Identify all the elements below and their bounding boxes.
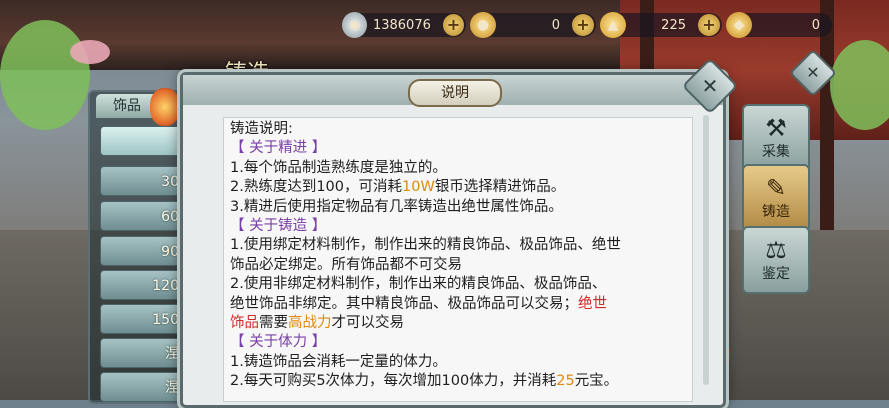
section-forge: 【 关于铸造 】 [230,218,327,235]
forge-button[interactable]: ✎ 铸造 [742,164,810,232]
legendary-highlight: 绝世 [578,295,607,312]
gold-coin-icon: ● [470,12,496,38]
resource-silver: ◉ 1386076 + [342,12,466,38]
gold-ingot-icon: ▲ [600,12,626,38]
silver-cost: 10W [402,179,435,196]
tab-accessories[interactable]: 饰品 [96,94,158,118]
resource-bar: ◉ 1386076 + ● 0 + ▲ 225 + ◆ 0 [342,10,842,40]
refine-rule-1: 1.每个饰品制造熟练度是独立的。 [230,159,447,176]
add-silver-button[interactable]: + [442,14,464,36]
forge-rule-1b: 饰品必定绑定。所有饰品都不可交易 [230,256,462,273]
text-segment: 元宝。 [574,373,619,390]
blossom-decoration [70,40,110,64]
legendary-highlight: 饰品 [230,315,259,332]
content-heading: 铸造说明: [230,121,293,137]
ingot-amount: 225 [661,17,686,33]
gold-amount: 0 [551,17,560,33]
text-segment: 绝世饰品非绑定。其中精良饰品、极品饰品可以交易； [230,295,578,312]
close-icon: ✕ [806,63,820,82]
section-refine: 【 关于精进 】 [230,140,327,157]
dialog-header: 说明 [183,75,723,107]
gather-button[interactable]: ⚒ 采集 [742,104,810,172]
refine-rule-3: 3.精进后使用指定物品有几率铸造出绝世属性饰品。 [230,198,563,215]
silver-coin-icon: ◉ [342,12,367,38]
gather-label: 采集 [762,144,790,160]
combat-power-highlight: 高战力 [288,315,332,332]
stamina-rule-2: 2.每天可购买5次体力，每次增加100体力，并消耗25元宝。 [230,372,686,391]
text-segment: 才可以交易 [331,315,405,332]
resource-ingot: ▲ 225 + [600,12,722,38]
forge-rule-2a: 2.使用非绑定材料制作，制作出来的精良饰品、极品饰品、 [230,276,607,293]
silver-amount: 1386076 [372,17,431,33]
forge-rule-2b: 绝世饰品非绑定。其中精良饰品、极品饰品可以交易；绝世 [230,295,686,314]
section-stamina: 【 关于体力 】 [230,334,327,351]
yuanbao-icon: ◆ [726,12,752,38]
forge-label: 铸造 [762,204,790,220]
add-ingot-button[interactable]: + [698,14,720,36]
dialog-title: 说明 [408,79,502,107]
dialog-content[interactable]: 铸造说明: 【 关于精进 】 1.每个饰品制造熟练度是独立的。 2.熟练度达到1… [223,117,693,402]
dialog-scrollbar[interactable] [703,115,709,385]
yuanbao-cost: 25 [556,373,575,390]
refine-rule-2: 2.熟练度达到100，可消耗10W银币选择精进饰品。 [230,178,686,197]
forge-rule-1a: 1.使用绑定材料制作，制作出来的精良饰品、极品饰品、绝世 [230,237,621,254]
pickaxe-icon: ⚒ [765,114,787,142]
stamina-rule-1: 1.铸造饰品会消耗一定量的体力。 [230,353,447,370]
text-segment: 2.熟练度达到100，可消耗 [230,179,403,196]
yuanbao-amount: 0 [811,17,820,33]
appraise-label: 鉴定 [762,266,790,282]
resource-gold: ● 0 + [470,12,596,38]
text-segment: 银币选择精进饰品。 [434,179,566,196]
info-dialog: 说明 铸造说明: 【 关于精进 】 1.每个饰品制造熟练度是独立的。 2.熟练度… [180,72,726,408]
text-segment: 需要 [259,315,288,332]
appraise-button[interactable]: ⚖ 鉴定 [742,226,810,294]
text-segment: 2.每天可购买5次体力，每次增加100体力，并消耗 [230,373,557,390]
scroll-icon: ✎ [765,174,787,202]
resource-yuanbao: ◆ 0 [726,12,832,38]
forge-rule-2c: 饰品需要高战力才可以交易 [230,314,686,333]
lantern-decoration [150,88,180,126]
background-tree [0,20,90,130]
close-icon: ✕ [701,74,719,98]
add-gold-button[interactable]: + [572,14,594,36]
anvil-icon: ⚖ [765,236,787,264]
